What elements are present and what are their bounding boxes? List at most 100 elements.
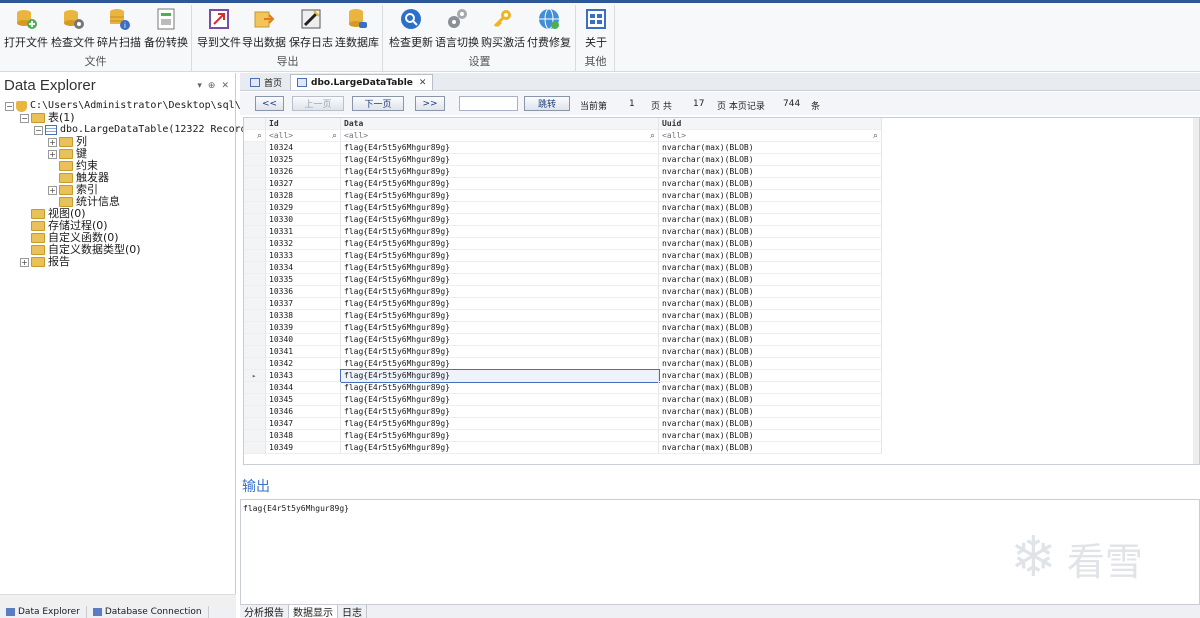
table-row[interactable]: 10326 flag{E4r5t5y6Mhgur89g} nvarchar(max)…: [244, 166, 882, 178]
row-selector[interactable]: [244, 202, 266, 214]
cell-uuid[interactable]: nvarchar(max)(BLOB): [659, 190, 882, 202]
table-row[interactable]: 10349 flag{E4r5t5y6Mhgur89g} nvarchar(max)…: [244, 442, 882, 454]
table-row[interactable]: 10324 flag{E4r5t5y6Mhgur89g} nvarchar(max)…: [244, 142, 882, 154]
tab-large-data-table[interactable]: dbo.LargeDataTable ✕: [290, 74, 434, 90]
cell-data[interactable]: flag{E4r5t5y6Mhgur89g}: [341, 190, 659, 202]
cell-data[interactable]: flag{E4r5t5y6Mhgur89g}: [341, 310, 659, 322]
expand-icon[interactable]: +: [20, 257, 29, 267]
table-row[interactable]: 10341 flag{E4r5t5y6Mhgur89g} nvarchar(max)…: [244, 346, 882, 358]
row-selector[interactable]: [244, 442, 266, 454]
collapse-icon[interactable]: −: [34, 125, 43, 135]
table-row[interactable]: 10325 flag{E4r5t5y6Mhgur89g} nvarchar(max)…: [244, 154, 882, 166]
row-selector[interactable]: [244, 406, 266, 418]
fragment-scan-button[interactable]: i 碎片扫描: [97, 7, 141, 51]
tab-home[interactable]: 首页: [244, 74, 288, 90]
cell-data[interactable]: flag{E4r5t5y6Mhgur89g}: [341, 406, 659, 418]
filter-uuid-input[interactable]: <all> ⌕: [659, 130, 882, 142]
language-switch-button[interactable]: 语言切换: [434, 7, 480, 51]
cell-id[interactable]: 10348: [266, 430, 341, 442]
first-page-button[interactable]: <<: [255, 96, 284, 111]
row-selector[interactable]: [244, 382, 266, 394]
table-row[interactable]: 10344 flag{E4r5t5y6Mhgur89g} nvarchar(max)…: [244, 382, 882, 394]
cell-uuid[interactable]: nvarchar(max)(BLOB): [659, 430, 882, 442]
cell-uuid[interactable]: nvarchar(max)(BLOB): [659, 394, 882, 406]
table-row[interactable]: ▸ 10343 flag{E4r5t5y6Mhgur89g} nvarchar(max…: [244, 369, 882, 383]
row-selector[interactable]: [244, 346, 266, 358]
row-selector[interactable]: ▸: [244, 370, 266, 382]
cell-id[interactable]: 10334: [266, 262, 341, 274]
cell-data[interactable]: flag{E4r5t5y6Mhgur89g}: [341, 334, 659, 346]
tree-node-tables[interactable]: − 表(1): [20, 112, 75, 124]
cell-id[interactable]: 10343: [266, 370, 341, 382]
cell-id[interactable]: 10347: [266, 418, 341, 430]
tree-node-root[interactable]: − C:\Users\Administrator\Desktop\sql\Lar: [5, 100, 259, 112]
close-tab-icon[interactable]: ✕: [419, 78, 427, 88]
row-selector[interactable]: [244, 310, 266, 322]
table-row[interactable]: 10346 flag{E4r5t5y6Mhgur89g} nvarchar(max)…: [244, 406, 882, 418]
cell-uuid[interactable]: nvarchar(max)(BLOB): [659, 334, 882, 346]
cell-id[interactable]: 10328: [266, 190, 341, 202]
cell-data[interactable]: flag{E4r5t5y6Mhgur89g}: [341, 346, 659, 358]
grid-vscrollbar[interactable]: [1193, 118, 1199, 464]
row-selector[interactable]: [244, 142, 266, 154]
cell-uuid[interactable]: nvarchar(max)(BLOB): [659, 442, 882, 454]
collapse-icon[interactable]: −: [20, 113, 29, 123]
paid-repair-button[interactable]: 付费修复: [526, 7, 572, 51]
cell-data[interactable]: flag{E4r5t5y6Mhgur89g}: [341, 394, 659, 406]
row-selector[interactable]: [244, 154, 266, 166]
cell-id[interactable]: 10331: [266, 226, 341, 238]
cell-data[interactable]: flag{E4r5t5y6Mhgur89g}: [341, 250, 659, 262]
cell-id[interactable]: 10327: [266, 178, 341, 190]
tree-node-types[interactable]: 自定义数据类型(0): [20, 244, 141, 256]
cell-data[interactable]: flag{E4r5t5y6Mhgur89g}: [341, 322, 659, 334]
table-row[interactable]: 10333 flag{E4r5t5y6Mhgur89g} nvarchar(max)…: [244, 250, 882, 262]
about-button[interactable]: 关于: [579, 7, 613, 51]
table-row[interactable]: 10340 flag{E4r5t5y6Mhgur89g} nvarchar(max)…: [244, 334, 882, 346]
cell-id[interactable]: 10335: [266, 274, 341, 286]
row-selector[interactable]: [244, 334, 266, 346]
cell-uuid[interactable]: nvarchar(max)(BLOB): [659, 406, 882, 418]
table-row[interactable]: 10335 flag{E4r5t5y6Mhgur89g} nvarchar(max)…: [244, 274, 882, 286]
cell-uuid[interactable]: nvarchar(max)(BLOB): [659, 298, 882, 310]
cell-data[interactable]: flag{E4r5t5y6Mhgur89g}: [341, 286, 659, 298]
cell-data[interactable]: flag{E4r5t5y6Mhgur89g}: [340, 369, 660, 383]
table-row[interactable]: 10338 flag{E4r5t5y6Mhgur89g} nvarchar(max)…: [244, 310, 882, 322]
table-row[interactable]: 10328 flag{E4r5t5y6Mhgur89g} nvarchar(max)…: [244, 190, 882, 202]
tab-data-explorer[interactable]: Data Explorer: [0, 606, 87, 618]
cell-uuid[interactable]: nvarchar(max)(BLOB): [659, 226, 882, 238]
connect-db-button[interactable]: 连数据库: [335, 7, 379, 51]
cell-uuid[interactable]: nvarchar(max)(BLOB): [659, 238, 882, 250]
column-header-uuid[interactable]: Uuid: [659, 118, 882, 130]
check-file-button[interactable]: 检查文件: [51, 7, 95, 51]
expand-icon[interactable]: +: [48, 137, 57, 147]
cell-data[interactable]: flag{E4r5t5y6Mhgur89g}: [341, 202, 659, 214]
table-row[interactable]: 10334 flag{E4r5t5y6Mhgur89g} nvarchar(max)…: [244, 262, 882, 274]
filter-data-input[interactable]: <all> ⌕: [341, 130, 659, 142]
row-selector[interactable]: [244, 286, 266, 298]
tree-node-reports[interactable]: + 报告: [20, 256, 70, 268]
page-number-input[interactable]: [459, 96, 518, 111]
row-selector[interactable]: [244, 430, 266, 442]
next-page-button[interactable]: 下一页: [352, 96, 404, 111]
cell-id[interactable]: 10332: [266, 238, 341, 250]
cell-id[interactable]: 10345: [266, 394, 341, 406]
row-selector[interactable]: [244, 322, 266, 334]
prev-page-button[interactable]: 上一页: [292, 96, 344, 111]
row-selector[interactable]: [244, 190, 266, 202]
table-row[interactable]: 10345 flag{E4r5t5y6Mhgur89g} nvarchar(max)…: [244, 394, 882, 406]
tab-database-connection[interactable]: Database Connection: [87, 606, 209, 618]
cell-id[interactable]: 10324: [266, 142, 341, 154]
row-selector[interactable]: [244, 166, 266, 178]
table-row[interactable]: 10348 flag{E4r5t5y6Mhgur89g} nvarchar(max)…: [244, 430, 882, 442]
cell-data[interactable]: flag{E4r5t5y6Mhgur89g}: [341, 262, 659, 274]
cell-id[interactable]: 10349: [266, 442, 341, 454]
cell-data[interactable]: flag{E4r5t5y6Mhgur89g}: [341, 226, 659, 238]
tab-analysis-report[interactable]: 分析报告: [240, 605, 289, 618]
cell-data[interactable]: flag{E4r5t5y6Mhgur89g}: [341, 418, 659, 430]
column-header-data[interactable]: Data: [341, 118, 659, 130]
cell-uuid[interactable]: nvarchar(max)(BLOB): [659, 214, 882, 226]
last-page-button[interactable]: >>: [415, 96, 445, 111]
cell-uuid[interactable]: nvarchar(max)(BLOB): [659, 166, 882, 178]
table-row[interactable]: 10347 flag{E4r5t5y6Mhgur89g} nvarchar(max)…: [244, 418, 882, 430]
cell-id[interactable]: 10338: [266, 310, 341, 322]
